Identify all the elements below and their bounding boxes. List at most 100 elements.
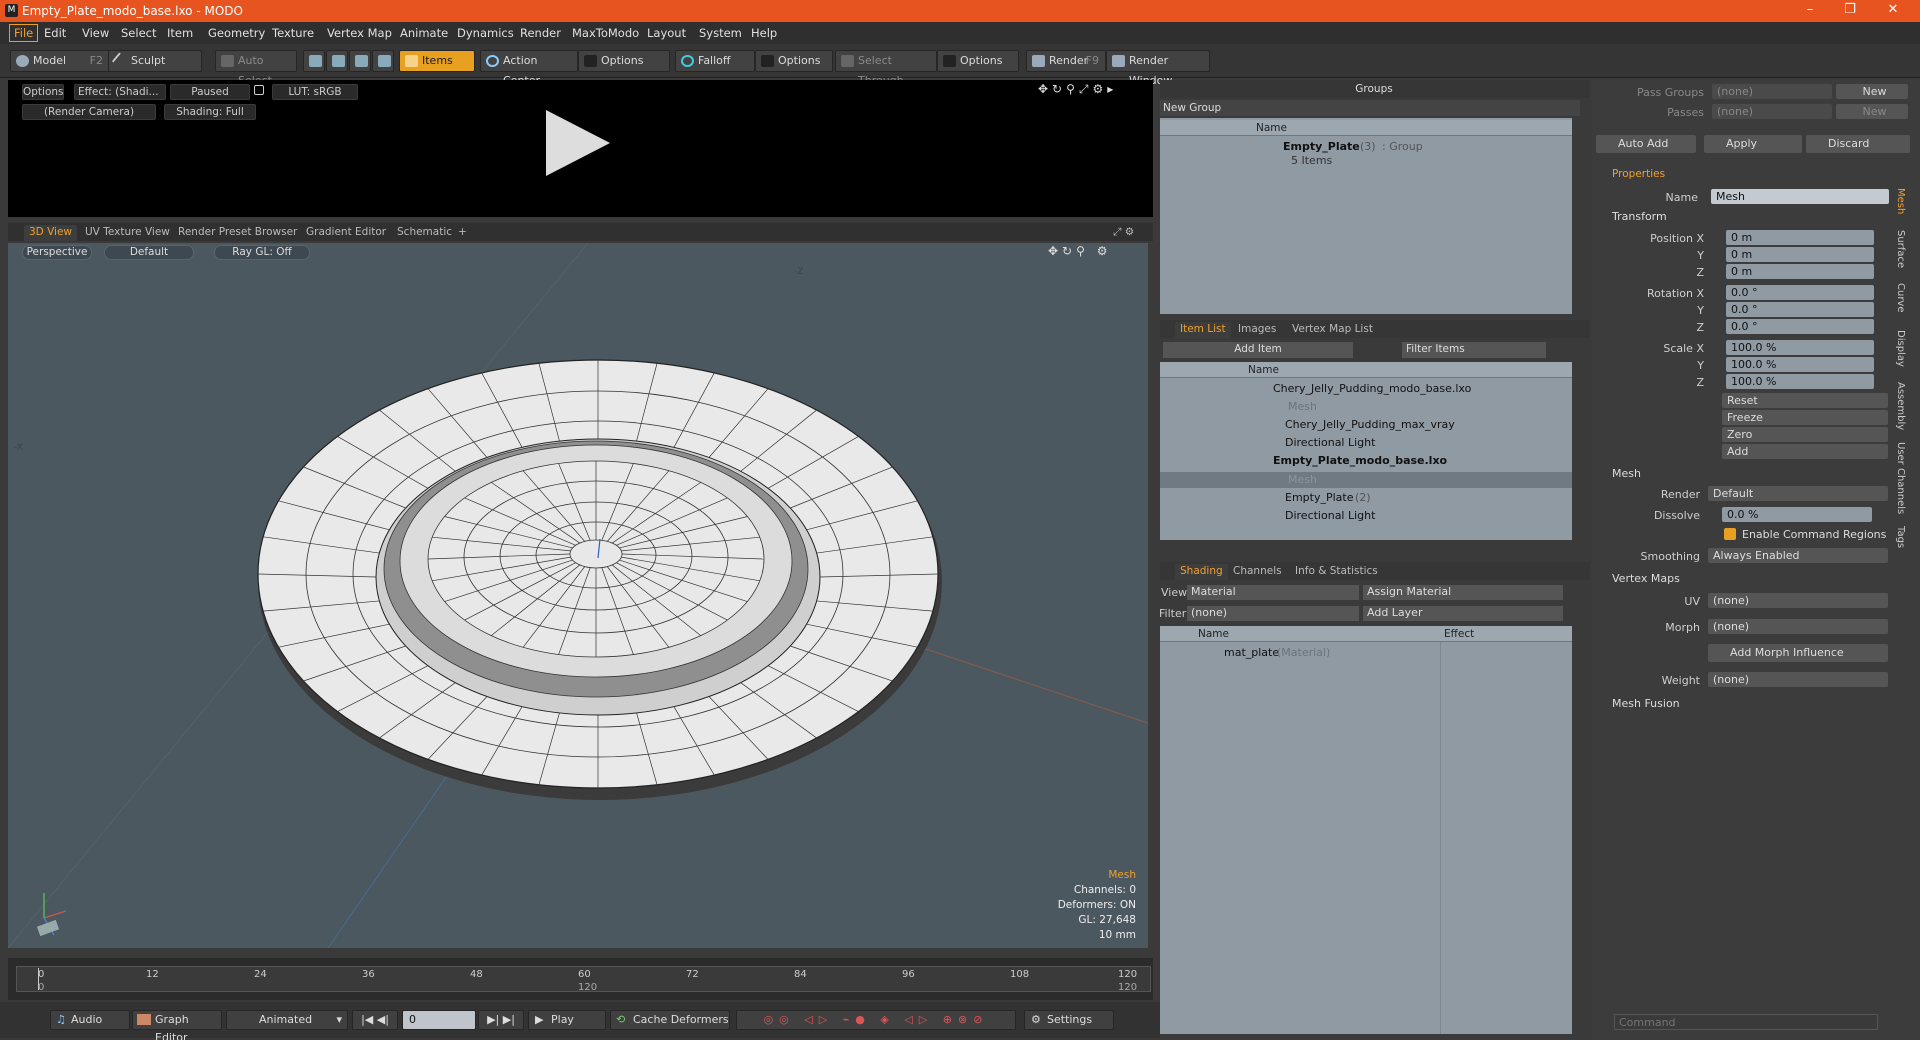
command-regions-checkbox[interactable] (1724, 528, 1736, 540)
item-list[interactable]: Name Chery_Jelly_Pudding_modo_base.lxo M… (1160, 362, 1572, 540)
lut-dropdown[interactable]: LUT: sRGB (272, 84, 358, 100)
vertex-maps-section[interactable]: Vertex Maps (1612, 572, 1680, 585)
render-dropdown[interactable]: Default (1708, 486, 1888, 501)
tab-schematic[interactable]: Schematic (392, 225, 457, 241)
play-icon[interactable] (546, 110, 610, 176)
menu-help[interactable]: Help (751, 26, 777, 40)
assign-material-button[interactable]: Assign Material (1363, 585, 1563, 600)
rotation-z-input[interactable]: 0.0 ° (1726, 319, 1874, 334)
render-button[interactable]: Render F9 (1026, 50, 1106, 72)
side-tab-assembly[interactable]: Assembly (1895, 382, 1906, 430)
menu-animate[interactable]: Animate (400, 26, 448, 40)
item-row-pudding-scene[interactable]: Chery_Jelly_Pudding_modo_base.lxo (1273, 382, 1471, 395)
new-pass-button[interactable]: New (1836, 104, 1908, 119)
maximize-button[interactable]: ❐ (1835, 2, 1865, 20)
side-tab-tags[interactable]: Tags (1895, 526, 1906, 548)
scale-y-input[interactable]: 100.0 % (1726, 357, 1874, 372)
action-center-button[interactable]: Action Center (480, 50, 578, 87)
passes-dropdown[interactable]: (none) (1712, 104, 1832, 119)
tab-properties[interactable]: Properties (1612, 168, 1665, 180)
menu-select[interactable]: Select (121, 26, 156, 40)
new-pass-group-button[interactable]: New (1836, 84, 1908, 99)
playhead[interactable] (38, 968, 39, 990)
close-button[interactable]: ✕ (1878, 2, 1908, 20)
preview-options-button[interactable]: Options (22, 84, 64, 100)
shading-filter-dropdown[interactable]: (none) (1187, 606, 1359, 621)
position-y-input[interactable]: 0 m (1726, 247, 1874, 262)
tab-item-list[interactable]: Item List (1175, 322, 1231, 338)
frame-input[interactable]: 0 (402, 1010, 476, 1030)
smoothing-dropdown[interactable]: Always Enabled (1708, 548, 1888, 563)
tab-render-preset-browser[interactable]: Render Preset Browser (173, 225, 302, 241)
add-layer-dropdown[interactable]: Add Layer (1363, 606, 1563, 621)
side-tab-curve[interactable]: Curve (1895, 283, 1906, 313)
shading-view-dropdown[interactable]: Material (1187, 585, 1359, 600)
model-button[interactable]: Model F2 (10, 50, 110, 72)
rotation-y-input[interactable]: 0.0 ° (1726, 302, 1874, 317)
tab-shading[interactable]: Shading (1175, 564, 1228, 580)
menu-render[interactable]: Render (520, 26, 561, 40)
material-row[interactable]: mat_plate (1224, 646, 1279, 659)
viewport-settings-icon[interactable]: ⤢ ⚙ (1108, 225, 1139, 241)
shader-tree[interactable]: Name Effect mat_plate (Material) (1160, 626, 1572, 1034)
groups-list[interactable]: Name Empty_Plate (3) : Group 5 Items (1160, 118, 1572, 314)
prev-key-buttons[interactable]: |◀ ◀| (352, 1010, 398, 1030)
menu-system[interactable]: System (699, 26, 742, 40)
select-options-button[interactable]: Options (937, 50, 1019, 72)
side-tab-user-channels[interactable]: User Channels (1895, 442, 1906, 514)
name-input[interactable]: Mesh (1711, 189, 1889, 204)
menu-item[interactable]: Item (167, 26, 193, 40)
sculpt-button[interactable]: Sculpt (108, 50, 202, 72)
menu-geometry[interactable]: Geometry (208, 26, 265, 40)
item-row-pudding-group[interactable]: Chery_Jelly_Pudding_max_vray (1285, 418, 1455, 431)
auto-add-button[interactable]: Auto Add (1596, 135, 1696, 153)
position-x-input[interactable]: 0 m (1726, 230, 1874, 245)
scale-z-input[interactable]: 100.0 % (1726, 374, 1874, 389)
menu-file[interactable]: File (9, 24, 39, 42)
3d-viewport[interactable]: Perspective Default Ray GL: Off ✥↻⚲ ⚙ -Z… (8, 243, 1148, 948)
audio-button[interactable]: ♫ Audio (50, 1010, 130, 1030)
render-window-button[interactable]: Render Window (1106, 50, 1210, 87)
timeline[interactable]: 0 12 24 36 48 60 72 84 96 108 120 0 120 120 (8, 958, 1153, 1000)
shading-dropdown[interactable]: Shading: Full (164, 104, 256, 120)
item-row-plate-light[interactable]: Directional Light (1285, 509, 1375, 522)
auto-select-button[interactable]: Auto Select (215, 50, 297, 87)
add-tab-button[interactable]: + (453, 225, 472, 241)
materials-mode-button[interactable] (372, 50, 394, 72)
item-row-plate-group[interactable]: Empty_Plate (1285, 491, 1353, 504)
settings-button[interactable]: ⚙ Settings (1024, 1010, 1114, 1030)
select-through-button[interactable]: Select Through (835, 50, 937, 87)
plate-mesh[interactable] (8, 243, 1148, 948)
apply-button[interactable]: Apply (1704, 135, 1802, 153)
polygons-mode-button[interactable] (349, 50, 371, 72)
discard-button[interactable]: Discard (1806, 135, 1910, 153)
add-morph-influence-button[interactable]: Add Morph Influence (1708, 644, 1888, 662)
item-row-pudding-mesh[interactable]: Mesh (1288, 400, 1317, 413)
tab-channels[interactable]: Channels (1228, 564, 1287, 580)
scale-x-input[interactable]: 100.0 % (1726, 340, 1874, 355)
command-input[interactable] (1614, 1014, 1878, 1030)
action-center-options-button[interactable]: Options (578, 50, 670, 72)
weight-dropdown[interactable]: (none) (1708, 672, 1888, 687)
side-tab-surface[interactable]: Surface (1895, 230, 1906, 268)
menu-vertex-map[interactable]: Vertex Map (327, 26, 392, 40)
next-key-buttons[interactable]: ▶| ▶| (478, 1010, 524, 1030)
tab-info-statistics[interactable]: Info & Statistics (1290, 564, 1383, 580)
lock-icon[interactable] (254, 85, 264, 95)
vertices-mode-button[interactable] (303, 50, 325, 72)
position-z-input[interactable]: 0 m (1726, 264, 1874, 279)
minimize-button[interactable]: – (1795, 2, 1825, 20)
preview-nav-icons[interactable]: ✥↻⚲⤢⚙▸ (1038, 82, 1117, 97)
side-tab-display[interactable]: Display (1895, 330, 1906, 367)
new-group-button[interactable]: New Group (1160, 100, 1580, 116)
paused-toggle[interactable]: Paused (170, 84, 250, 100)
tab-3d-view[interactable]: 3D View (24, 225, 78, 241)
keyframe-tools[interactable]: ◎◎ ◁▷ ⌁● ◈ ◁▷ ⊕⊗⊘ (736, 1010, 1016, 1030)
graph-editor-button[interactable]: Graph Editor (132, 1010, 222, 1040)
uv-dropdown[interactable]: (none) (1708, 593, 1888, 608)
tab-uv-texture-view[interactable]: UV Texture View (80, 225, 175, 241)
edges-mode-button[interactable] (326, 50, 348, 72)
tab-images[interactable]: Images (1233, 322, 1281, 338)
add-dropdown[interactable]: Add (1722, 444, 1888, 459)
item-row-plate-scene[interactable]: Empty_Plate_modo_base.lxo (1273, 454, 1447, 467)
